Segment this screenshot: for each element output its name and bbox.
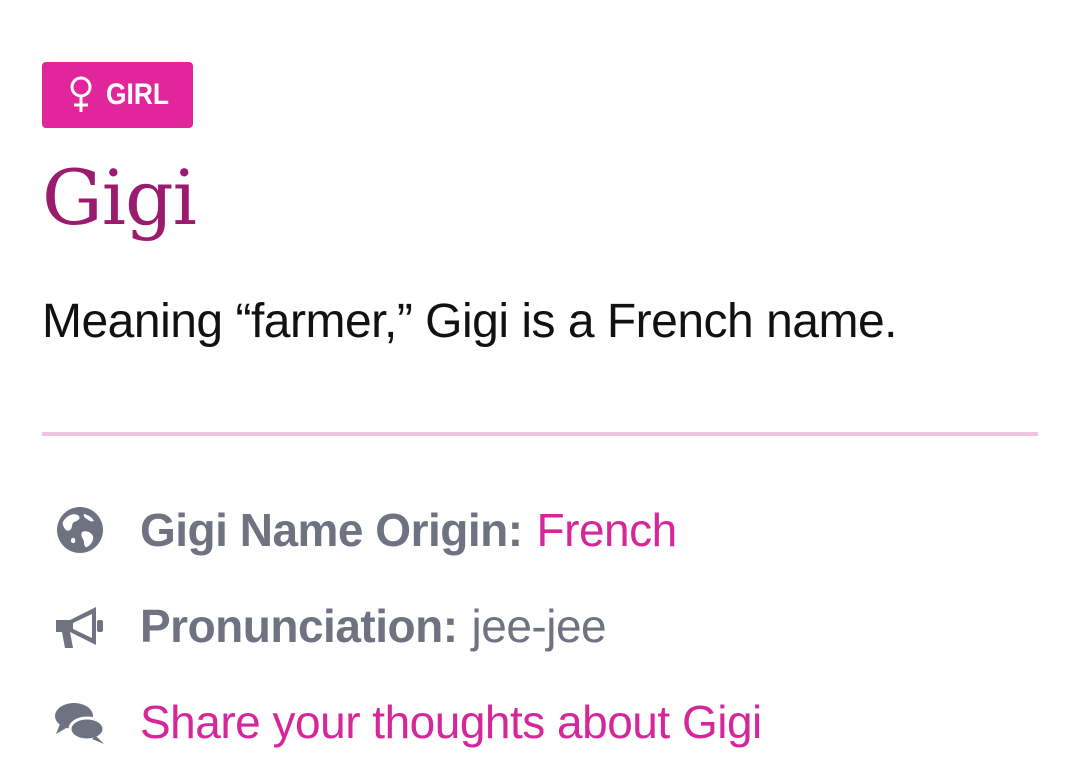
gender-badge: GIRL xyxy=(42,62,193,128)
name-meaning: Meaning “farmer,” Gigi is a French name. xyxy=(42,295,898,348)
divider xyxy=(42,432,1038,436)
pronunciation-row: Pronunciation: jee-jee xyxy=(52,594,607,658)
origin-row: Gigi Name Origin: French xyxy=(52,498,677,562)
female-icon xyxy=(68,75,94,115)
pronunciation-label: Pronunciation: xyxy=(140,600,458,652)
comments-icon xyxy=(52,694,108,750)
pronunciation-value: jee-jee xyxy=(471,600,607,652)
globe-icon xyxy=(52,502,108,558)
gender-label: GIRL xyxy=(106,78,170,111)
page-title: Gigi xyxy=(42,153,197,242)
share-row[interactable]: Share your thoughts about Gigi xyxy=(52,690,762,754)
megaphone-icon xyxy=(52,598,108,654)
share-thoughts-link[interactable]: Share your thoughts about Gigi xyxy=(140,695,762,749)
origin-link[interactable]: French xyxy=(537,503,678,557)
origin-label: Gigi Name Origin: xyxy=(140,504,523,556)
